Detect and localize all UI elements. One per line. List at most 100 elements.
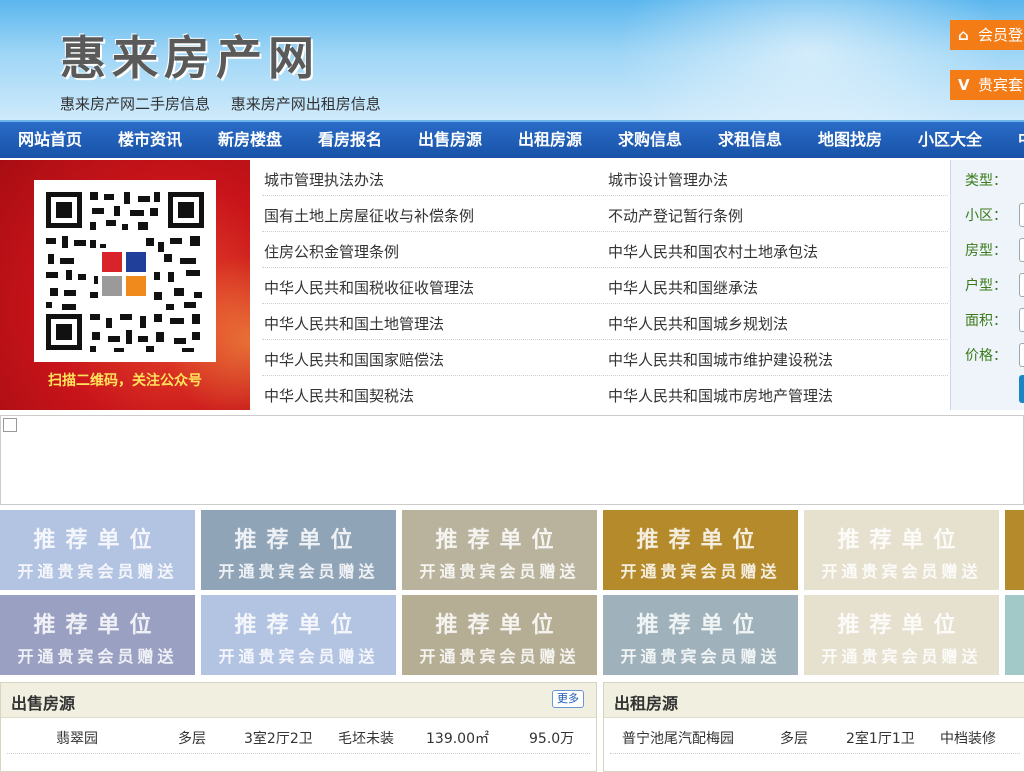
nav-item-for-sale[interactable]: 出售房源 [418, 122, 482, 158]
recommended-ad-slot[interactable]: 推荐单位 开通贵宾会员赠送 [402, 510, 597, 590]
ad-title: 推荐单位 [234, 613, 363, 638]
search-button[interactable] [1019, 375, 1024, 403]
community-input[interactable] [1019, 203, 1024, 227]
vip-icon: V [958, 76, 970, 94]
more-button[interactable]: 更多 [552, 690, 584, 708]
header-links: 惠来房产网二手房信息 惠来房产网出租房信息 [60, 93, 397, 114]
member-login-label: 会员登 [978, 26, 1024, 44]
sale-listings-panel: 出售房源 更多 翡翠园 多层 3室2厅2卫 毛坯未装 139.00㎡ 95.0万 [0, 682, 597, 772]
qr-caption: 扫描二维码，关注公众号 [48, 373, 202, 389]
ad-title: 推荐单位 [636, 528, 765, 553]
recommended-ad-slot[interactable] [1005, 510, 1024, 590]
nav-item-communities[interactable]: 小区大全 [918, 122, 982, 158]
header-glow [600, 0, 1020, 120]
header-link-rental[interactable]: 惠来房产网出租房信息 [231, 95, 381, 113]
ad-title: 推荐单位 [636, 613, 765, 638]
row-divider [610, 753, 1020, 754]
law-link[interactable]: 中华人民共和国继承法 [608, 277, 758, 298]
law-link[interactable]: 中华人民共和国税收征收管理法 [264, 277, 474, 298]
nav-item-map-search[interactable]: 地图找房 [818, 122, 882, 158]
nav-item-new-homes[interactable]: 新房楼盘 [218, 122, 282, 158]
ad-subtitle: 开通贵宾会员赠送 [419, 647, 580, 666]
ad-subtitle: 开通贵宾会员赠送 [419, 562, 580, 581]
ad-subtitle: 开通贵宾会员赠送 [17, 647, 178, 666]
law-link[interactable]: 中华人民共和国土地管理法 [264, 313, 444, 334]
listing-community[interactable]: 翡翠园 [56, 728, 98, 748]
nav-item-home[interactable]: 网站首页 [18, 122, 82, 158]
layout-select[interactable] [1019, 273, 1024, 297]
law-link[interactable]: 城市设计管理办法 [608, 169, 728, 190]
qr-code-graphic [46, 192, 204, 352]
ad-subtitle: 开通贵宾会员赠送 [821, 562, 982, 581]
search-label-house-type: 房型： [965, 243, 1007, 259]
ad-subtitle: 开通贵宾会员赠送 [620, 647, 781, 666]
listing-building-type: 多层 [780, 731, 808, 747]
recommended-ad-slot[interactable]: 推荐单位 开通贵宾会员赠送 [804, 510, 999, 590]
ad-subtitle: 开通贵宾会员赠送 [821, 647, 982, 666]
nav-item-news[interactable]: 楼市资讯 [118, 122, 182, 158]
ad-subtitle: 开通贵宾会员赠送 [620, 562, 781, 581]
recommended-ad-slot[interactable]: 推荐单位 开通贵宾会员赠送 [0, 595, 195, 675]
divider [262, 303, 948, 304]
nav-item-for-rent[interactable]: 出租房源 [518, 122, 582, 158]
law-link[interactable]: 中华人民共和国城市房地产管理法 [608, 385, 833, 406]
price-select[interactable] [1019, 343, 1024, 367]
search-label-area: 面积： [965, 313, 1007, 329]
wechat-qr-banner[interactable]: 扫描二维码，关注公众号 [0, 160, 250, 410]
law-link[interactable]: 中华人民共和国契税法 [264, 385, 414, 406]
law-link[interactable]: 国有土地上房屋征收与补偿条例 [264, 205, 474, 226]
ad-banner[interactable] [0, 415, 1024, 505]
law-link[interactable]: 中华人民共和国城乡规划法 [608, 313, 788, 334]
listing-decoration: 中档装修 [940, 731, 996, 747]
area-select[interactable] [1019, 308, 1024, 332]
recommended-ad-slot[interactable] [1005, 595, 1024, 675]
law-links-panel: 城市管理执法办法 城市设计管理办法 国有土地上房屋征收与补偿条例 不动产登记暂行… [250, 160, 950, 410]
divider [262, 375, 948, 376]
ad-title: 推荐单位 [33, 528, 162, 553]
site-logo-title[interactable]: 惠来房产网 [60, 22, 320, 88]
listing-area: 139.00㎡ [426, 731, 489, 747]
listing-building-type: 多层 [178, 731, 206, 747]
rent-panel-title[interactable]: 出租房源 [614, 690, 678, 714]
law-link[interactable]: 中华人民共和国国家赔偿法 [264, 349, 444, 370]
recommended-ad-slot[interactable]: 推荐单位 开通贵宾会员赠送 [603, 510, 798, 590]
listing-price: 95.0万 [529, 731, 575, 747]
divider [262, 267, 948, 268]
search-label-type: 类型： [965, 173, 1007, 189]
sale-panel-title[interactable]: 出售房源 [11, 690, 75, 714]
law-link[interactable]: 城市管理执法办法 [264, 169, 384, 190]
rent-listings-panel: 出租房源 普宁池尾汽配梅园 多层 2室1厅1卫 中档装修 [603, 682, 1024, 772]
recommended-ad-slot[interactable]: 推荐单位 开通贵宾会员赠送 [201, 510, 396, 590]
listing-layout: 3室2厅2卫 [244, 731, 313, 747]
nav-item-more[interactable]: 中 [1018, 122, 1024, 158]
divider [262, 231, 948, 232]
vip-package-label: 贵宾套 [978, 76, 1024, 94]
header-link-secondhand[interactable]: 惠来房产网二手房信息 [60, 95, 210, 113]
member-login-button[interactable]: ⌂ 会员登 [950, 20, 1024, 50]
ad-subtitle: 开通贵宾会员赠送 [17, 562, 178, 581]
ad-title: 推荐单位 [33, 613, 162, 638]
recommended-ad-slot[interactable]: 推荐单位 开通贵宾会员赠送 [0, 510, 195, 590]
law-link[interactable]: 中华人民共和国农村土地承包法 [608, 241, 818, 262]
vip-package-button[interactable]: V 贵宾套 [950, 70, 1024, 100]
divider [262, 339, 948, 340]
law-link[interactable]: 中华人民共和国城市维护建设税法 [608, 349, 833, 370]
recommended-ad-slot[interactable]: 推荐单位 开通贵宾会员赠送 [402, 595, 597, 675]
house-type-select[interactable] [1019, 238, 1024, 262]
recommended-ad-slot[interactable]: 推荐单位 开通贵宾会员赠送 [804, 595, 999, 675]
panel-header [1, 683, 596, 718]
recommended-ad-slot[interactable]: 推荐单位 开通贵宾会员赠送 [201, 595, 396, 675]
ad-title: 推荐单位 [837, 528, 966, 553]
recommended-ad-slot[interactable]: 推荐单位 开通贵宾会员赠送 [603, 595, 798, 675]
search-label-price: 价格： [965, 348, 1007, 364]
law-link[interactable]: 住房公积金管理条例 [264, 241, 399, 262]
nav-item-viewing-signup[interactable]: 看房报名 [318, 122, 382, 158]
listing-decoration: 毛坯未装 [338, 731, 394, 747]
ad-title: 推荐单位 [837, 613, 966, 638]
law-link[interactable]: 不动产登记暂行条例 [608, 205, 743, 226]
ad-title: 推荐单位 [234, 528, 363, 553]
nav-item-wanted-rent[interactable]: 求租信息 [718, 122, 782, 158]
search-label-community: 小区： [965, 208, 1007, 224]
listing-community[interactable]: 普宁池尾汽配梅园 [622, 728, 734, 748]
nav-item-wanted-buy[interactable]: 求购信息 [618, 122, 682, 158]
